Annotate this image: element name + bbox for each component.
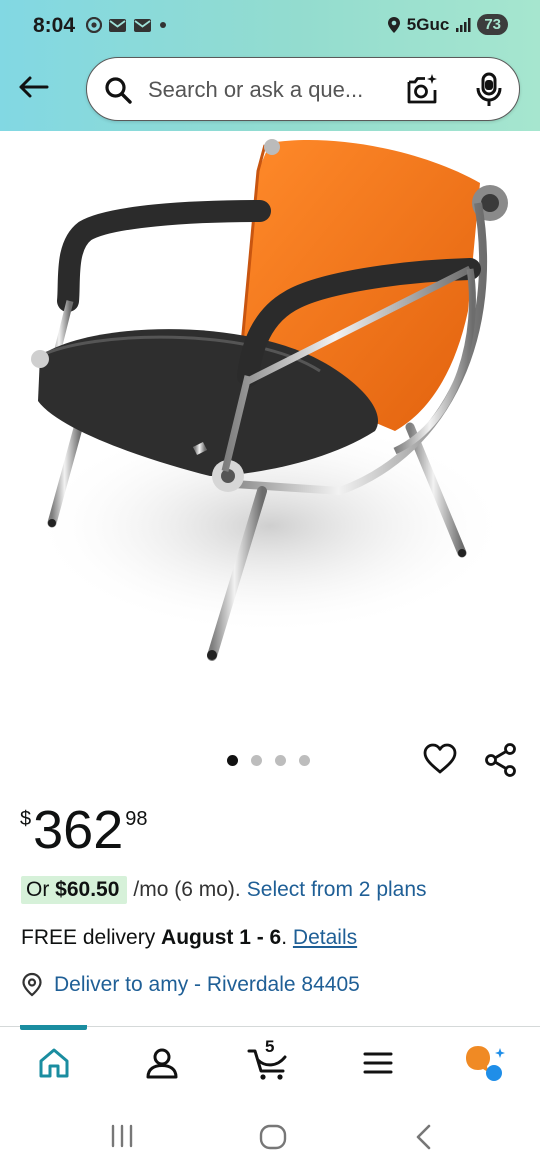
chevron-left-icon (416, 1124, 431, 1150)
system-back-button[interactable] (414, 1124, 434, 1155)
location-icon (387, 16, 400, 33)
notification-icons (86, 17, 168, 33)
nav-cart[interactable]: 5 (246, 1037, 292, 1083)
monthly-amount: $60.50 (55, 878, 120, 901)
search-input[interactable]: Search or ask a que... (148, 77, 388, 103)
wishlist-button[interactable] (423, 743, 457, 780)
heart-icon (423, 743, 457, 774)
search-bar[interactable]: Search or ask a que... (86, 57, 520, 121)
menu-icon (363, 1052, 393, 1074)
location-pin-icon (22, 972, 42, 997)
carousel-dot[interactable] (275, 755, 286, 766)
carousel-dot[interactable] (251, 755, 262, 766)
chair-image-icon (30, 139, 510, 661)
nav-account[interactable] (142, 1043, 182, 1083)
select-plans-link[interactable]: Select from 2 plans (247, 878, 427, 902)
status-bar: 8:04 5Guc 73 (0, 0, 540, 52)
recent-apps-button[interactable] (109, 1124, 135, 1153)
cart-count: 5 (265, 1037, 275, 1056)
mail-icon-2 (134, 18, 151, 32)
share-button[interactable] (484, 743, 518, 782)
delivery-date: August 1 - 6 (161, 926, 282, 949)
home-circle-icon (259, 1124, 287, 1150)
home-system-button[interactable] (259, 1124, 287, 1155)
price-fraction: 98 (125, 808, 148, 830)
monthly-term: /mo (6 mo). (133, 878, 241, 901)
back-button[interactable] (14, 70, 52, 104)
system-navigation-bar (0, 1108, 540, 1170)
network-label: 5Guc (406, 14, 450, 34)
bottom-navigation: 5 (0, 1025, 540, 1108)
rufus-chat-icon (466, 1046, 505, 1081)
microphone-icon[interactable] (473, 72, 505, 108)
monthly-prefix: Or (26, 878, 50, 901)
delivery-suffix: . (281, 926, 288, 949)
delivery-details-link[interactable]: Details (293, 926, 357, 949)
deliver-to-location[interactable]: Deliver to amy - Riverdale 84405 (20, 972, 360, 998)
battery-indicator: 73 (477, 14, 508, 35)
search-icon (105, 77, 132, 104)
camera-lens-icon[interactable] (405, 72, 441, 108)
deliver-to-text[interactable]: Deliver to amy - Riverdale 84405 (54, 973, 360, 997)
active-tab-indicator (20, 1025, 87, 1030)
account-icon (146, 1048, 178, 1079)
system-icons: 5Guc 73 (387, 14, 508, 35)
nav-rufus[interactable] (464, 1043, 508, 1083)
delivery-prefix: FREE delivery (21, 926, 156, 949)
monthly-payment-badge: Or $60.50 (21, 876, 128, 904)
nav-home[interactable] (34, 1043, 74, 1083)
arrow-left-icon (19, 76, 49, 98)
monthly-payment-row: Or $60.50 /mo (6 mo). Select from 2 plan… (21, 876, 427, 904)
product-price: $ 362 98 (20, 800, 147, 860)
product-detail-page: 8:04 5Guc 73 Search or ask a que... $ 36… (0, 0, 540, 1170)
chrome-icon (86, 17, 102, 33)
header: 8:04 5Guc 73 Search or ask a que... (0, 0, 540, 131)
product-image[interactable] (0, 131, 540, 721)
delivery-info: FREE delivery August 1 - 6. Details (21, 926, 357, 950)
recent-apps-icon (111, 1124, 133, 1148)
carousel-dot[interactable] (299, 755, 310, 766)
more-dot-icon (160, 22, 166, 28)
status-time: 8:04 (33, 14, 76, 37)
share-icon (485, 743, 516, 777)
home-icon (39, 1048, 69, 1078)
mail-icon (109, 18, 126, 32)
carousel-dot[interactable] (227, 755, 238, 766)
image-carousel-dots[interactable] (227, 755, 310, 766)
price-currency-symbol: $ (20, 808, 32, 830)
nav-menu[interactable] (360, 1043, 396, 1083)
price-whole: 362 (33, 800, 124, 860)
signal-icon (456, 17, 471, 32)
